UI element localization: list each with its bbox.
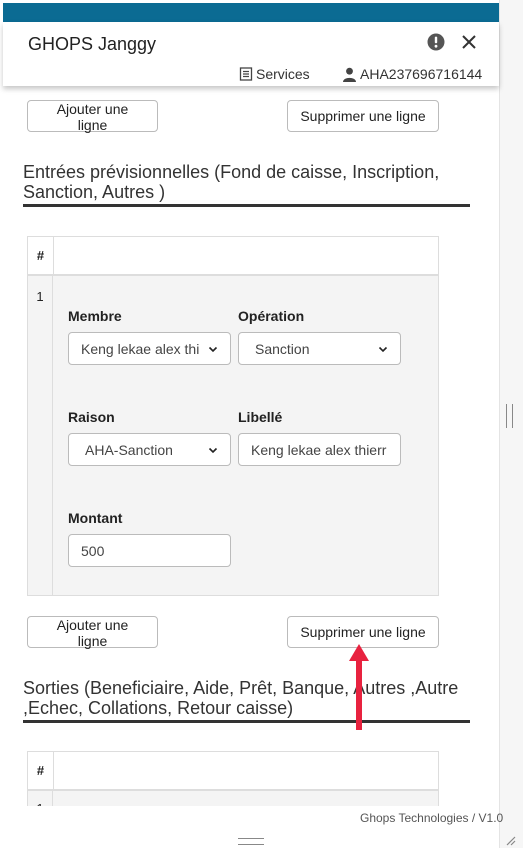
add-line-button[interactable]: Ajouter une ligne [27, 100, 158, 133]
footer-text: Ghops Technologies / V1.0 [360, 811, 504, 825]
membre-select[interactable]: Keng lekae alex thi [68, 332, 231, 365]
add-line-button[interactable]: Ajouter une ligne [27, 616, 158, 649]
table-header-row: # [28, 237, 438, 276]
membre-label: Membre [68, 308, 122, 324]
table-header-row: # [28, 752, 438, 791]
user-account[interactable]: AHA237696716144 [342, 66, 482, 82]
user-id: AHA237696716144 [360, 66, 483, 82]
operation-label: Opération [238, 308, 305, 324]
close-icon[interactable] [461, 34, 477, 50]
column-content-header [54, 237, 438, 274]
bottom-resize-handle[interactable] [238, 838, 264, 845]
column-content-header [54, 752, 438, 789]
sorties-section-title: Sorties (Beneficiaire, Aide, Prêt, Banqu… [23, 678, 470, 723]
libelle-input[interactable]: Keng lekae alex thierr [238, 433, 401, 466]
corner-resize-icon[interactable] [504, 834, 516, 846]
alert-icon[interactable] [427, 33, 445, 51]
table-row: 1 Membre Keng lekae alex thi Opération S… [28, 276, 438, 595]
top-accent-bar [3, 3, 499, 22]
app-header: GHOPS Janggy Services AHA237696716144 [3, 22, 499, 86]
chevron-down-icon [208, 346, 218, 352]
operation-select-value: Sanction [255, 340, 310, 357]
list-icon [239, 67, 253, 81]
chevron-down-icon [378, 346, 388, 352]
column-hash-header: # [28, 752, 54, 789]
raison-select-value: AHA-Sanction [85, 441, 173, 458]
annotation-arrow [349, 644, 369, 730]
chevron-down-icon [208, 447, 218, 453]
raison-label: Raison [68, 409, 115, 425]
user-icon [343, 67, 356, 82]
side-resize-handle[interactable] [506, 404, 513, 428]
row-number: 1 [28, 276, 53, 595]
row-form: Membre Keng lekae alex thi Opération San… [53, 276, 438, 595]
montant-label: Montant [68, 510, 123, 526]
services-label: Services [256, 66, 310, 82]
entrees-table: # 1 Membre Keng lekae alex thi Opération… [27, 236, 439, 596]
montant-input-value: 500 [81, 542, 105, 559]
delete-line-button[interactable]: Supprimer une ligne [287, 100, 439, 132]
membre-select-value: Keng lekae alex thi [81, 340, 200, 357]
libelle-input-value: Keng lekae alex thierr [251, 441, 387, 458]
sorties-table: # 1 [27, 751, 439, 811]
column-hash-header: # [28, 237, 54, 274]
raison-select[interactable]: AHA-Sanction [68, 433, 231, 466]
entrees-section-title: Entrées prévisionnelles (Fond de caisse,… [23, 162, 470, 207]
operation-select[interactable]: Sanction [238, 332, 401, 365]
services-link[interactable]: Services [239, 66, 310, 82]
montant-input[interactable]: 500 [68, 534, 231, 567]
libelle-label: Libellé [238, 409, 283, 425]
app-title: GHOPS Janggy [28, 34, 157, 54]
